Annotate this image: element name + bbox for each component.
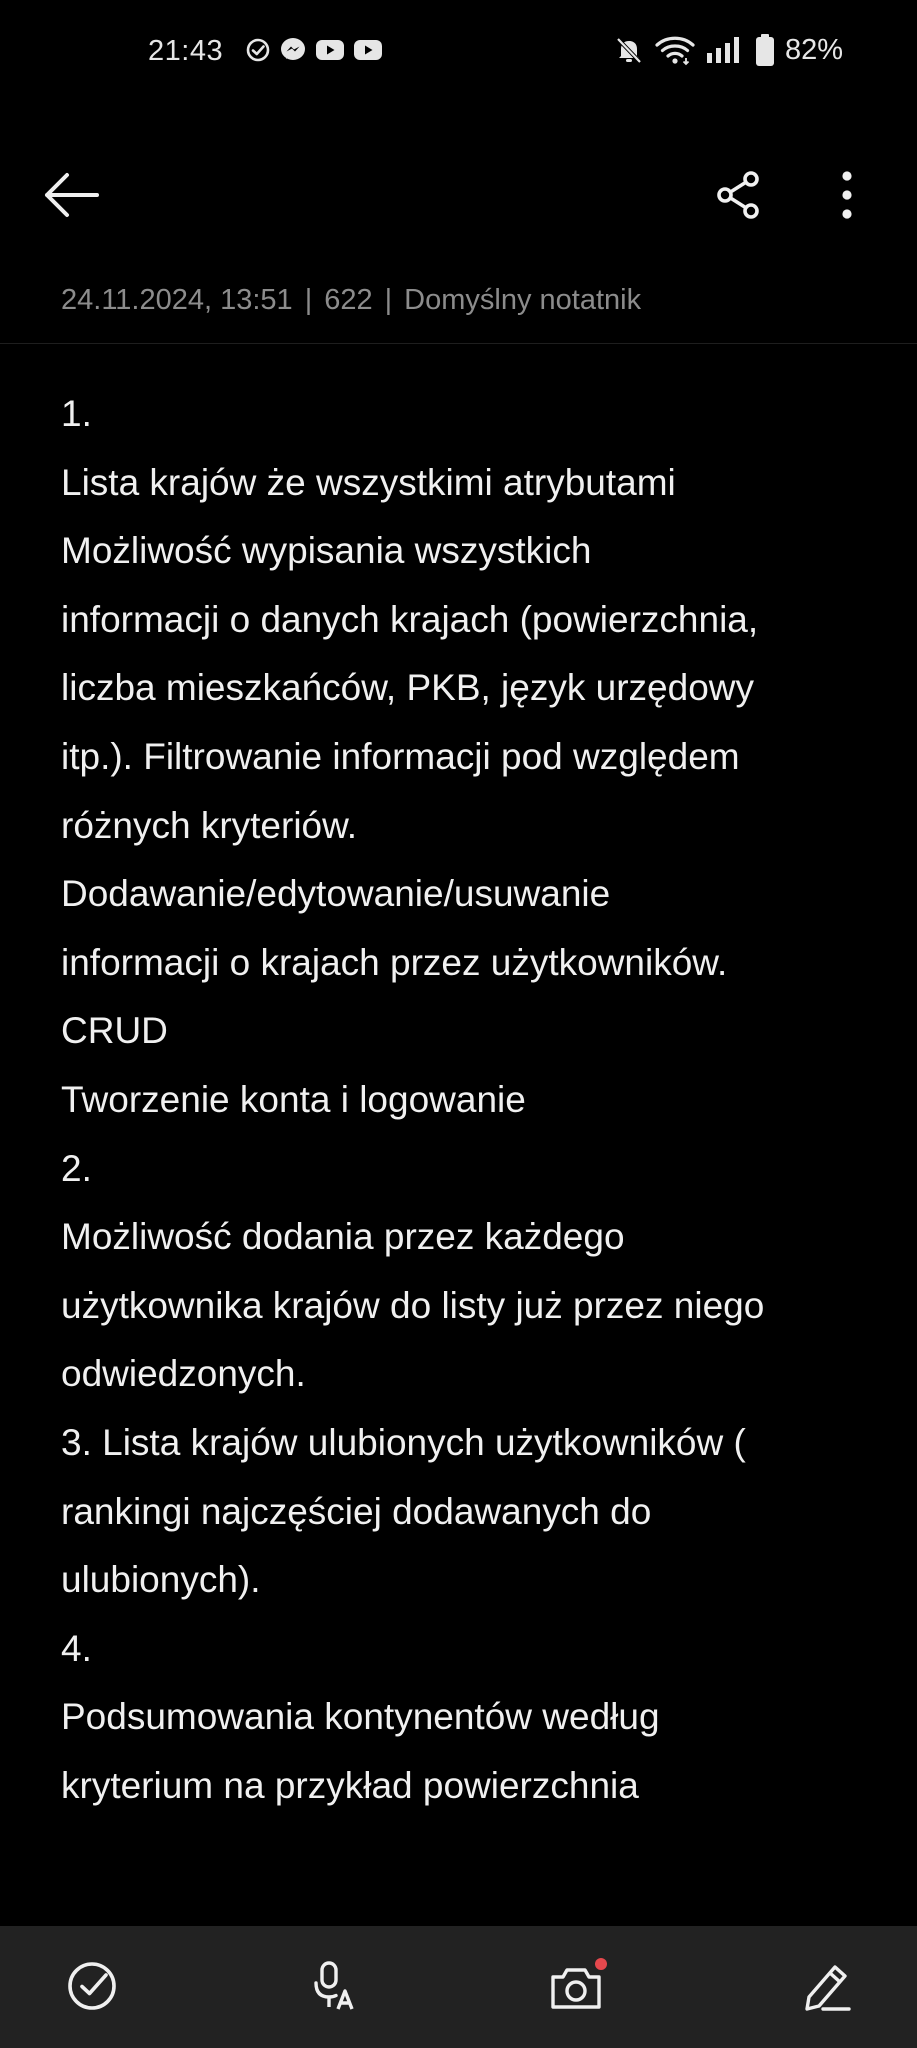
note-content[interactable]: 1. Lista krajów że wszystkimi atrybutami…: [61, 380, 871, 1820]
note-line: odwiedzonych.: [61, 1353, 306, 1395]
checkbox-icon: [68, 1962, 116, 2010]
note-line: ulubionych).: [61, 1559, 261, 1601]
note-line: użytkownika krajów do listy już przez ni…: [61, 1284, 765, 1326]
note-line: itp.). Filtrowanie informacji pod względ…: [61, 735, 740, 777]
status-system-icons: 82%: [613, 33, 843, 67]
voice-to-text-button[interactable]: [297, 1950, 369, 2022]
arrow-left-icon: [45, 173, 99, 217]
note-line: 1.: [61, 393, 92, 434]
pen-button[interactable]: [790, 1950, 862, 2022]
note-line: Możliwość wypisania wszystkich: [61, 530, 592, 572]
note-date: 24.11.2024, 13:51: [61, 284, 293, 316]
note-line: Podsumowania kontynentów według: [61, 1696, 660, 1738]
note-line: Tworzenie konta i logowanie: [61, 1078, 526, 1120]
battery-percentage: 82%: [784, 33, 843, 66]
signal-icon: [705, 35, 745, 65]
status-time: 21:43: [148, 35, 224, 67]
note-line: rankingi najczęściej dodawanych do: [61, 1490, 652, 1532]
check-circle-icon: [245, 37, 271, 63]
divider: [0, 343, 917, 344]
checkbox-button[interactable]: [56, 1950, 128, 2022]
note-line: CRUD: [61, 1010, 168, 1052]
pen-icon: [805, 1965, 851, 2011]
note-line: 4.: [61, 1627, 92, 1669]
bell-muted-icon: [613, 34, 645, 66]
app-bar: [0, 150, 917, 240]
voice-to-text-icon: [314, 1961, 354, 2010]
note-meta: 24.11.2024, 13:51 | 622 | Domyślny notatnik: [61, 284, 641, 317]
meta-separator: |: [304, 284, 313, 316]
share-icon: [717, 171, 759, 219]
messenger-icon: [279, 36, 307, 64]
meta-separator: |: [384, 284, 393, 316]
note-line: kryterium na przykład powierzchnia: [61, 1764, 639, 1806]
bottom-toolbar: [0, 1926, 917, 2048]
battery-icon: [755, 33, 775, 67]
note-char-count: 622: [324, 284, 373, 316]
note-line: 3. Lista krajów ulubionych użytkowników …: [61, 1421, 746, 1463]
youtube-icon: [315, 38, 345, 62]
more-vertical-icon: [842, 171, 852, 219]
more-options-button[interactable]: [814, 162, 880, 228]
wifi-icon: [655, 34, 695, 66]
note-line: Możliwość dodania przez każdego: [61, 1216, 625, 1258]
note-line: różnych kryteriów.: [61, 804, 358, 846]
youtube-icon: [353, 38, 383, 62]
note-line: liczba mieszkańców, PKB, język urzędowy: [61, 667, 754, 709]
note-line: informacji o krajach przez użytkowników.: [61, 941, 728, 983]
share-button[interactable]: [706, 162, 772, 228]
note-line: Lista krajów że wszystkimi atrybutami: [61, 461, 676, 503]
camera-icon: [551, 1958, 607, 2009]
note-line: 2.: [61, 1147, 92, 1189]
camera-button[interactable]: [542, 1950, 614, 2022]
note-line: Dodawanie/edytowanie/usuwanie: [61, 873, 611, 915]
notebook-name[interactable]: Domyślny notatnik: [404, 284, 641, 316]
back-button[interactable]: [38, 162, 104, 228]
status-bar: 21:43 82%: [0, 0, 917, 108]
status-notification-icons: [245, 36, 383, 64]
note-line: informacji o danych krajach (powierzchni…: [61, 598, 759, 640]
